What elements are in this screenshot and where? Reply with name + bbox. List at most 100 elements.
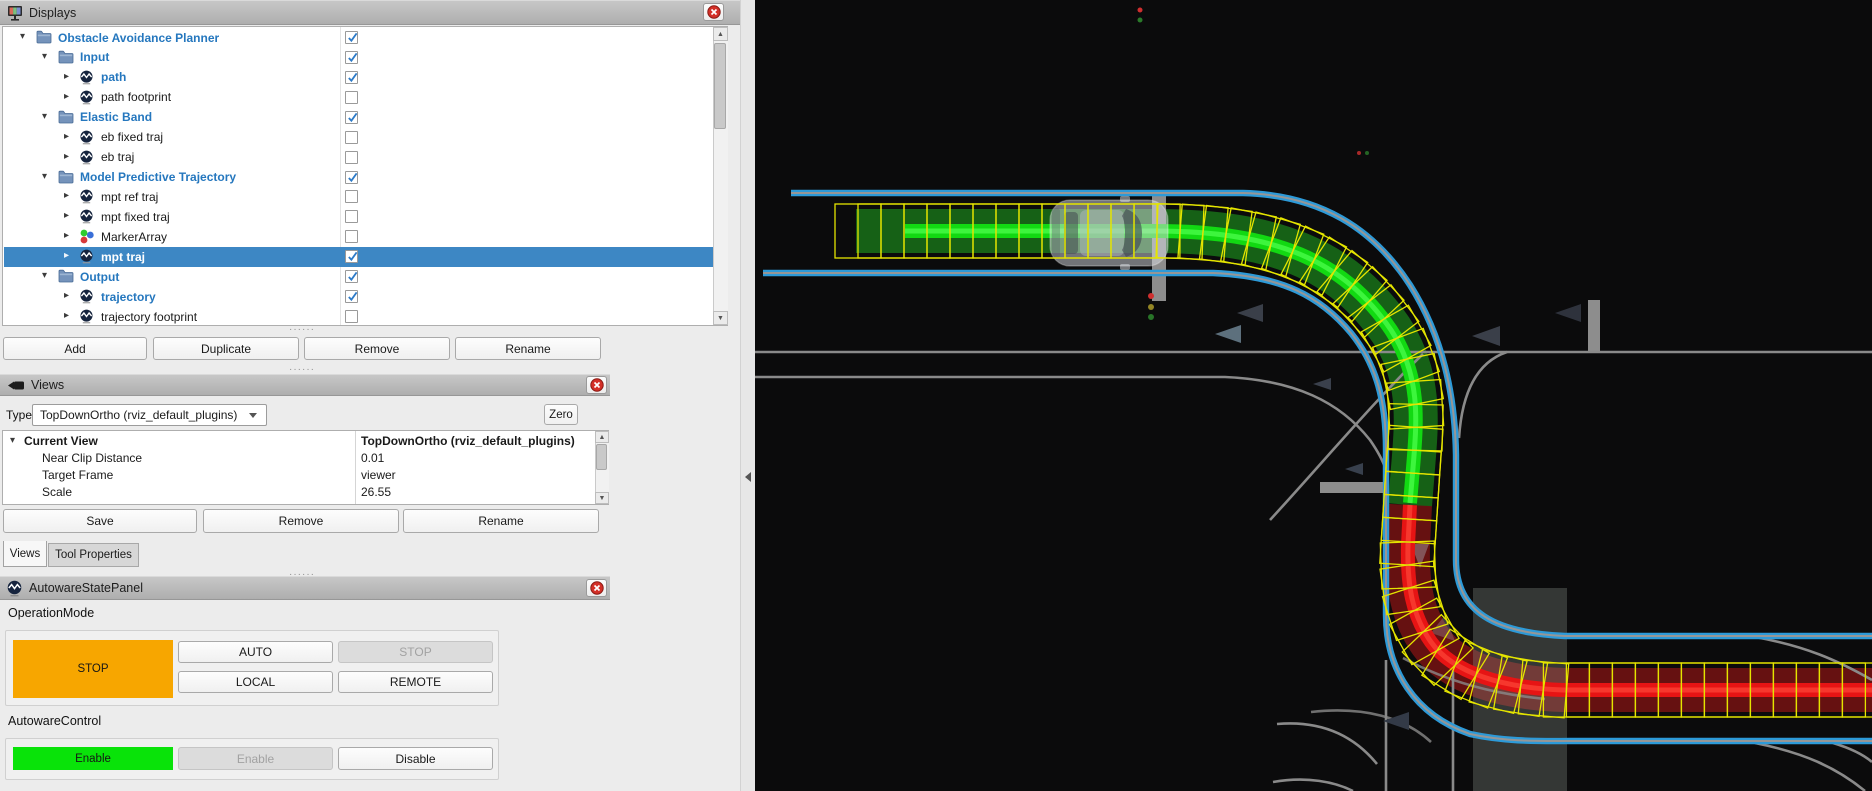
rename-view-button[interactable]: Rename xyxy=(403,509,599,533)
autoware-icon xyxy=(79,309,95,325)
state-panel-close-button[interactable] xyxy=(586,579,607,597)
autoware-icon xyxy=(79,249,95,265)
display-enable-checkbox[interactable] xyxy=(345,71,358,84)
tree-row[interactable]: ▸eb traj xyxy=(4,148,714,168)
caret-down-icon[interactable]: ▾ xyxy=(42,111,47,122)
render-view[interactable] xyxy=(755,0,1872,791)
caret-down-icon[interactable]: ▾ xyxy=(42,51,47,62)
stop-button: STOP xyxy=(338,641,493,663)
remote-button[interactable]: REMOTE xyxy=(338,671,493,693)
property-value[interactable]: 26.55 xyxy=(361,485,391,499)
tree-row[interactable]: ▾ Model Predictive Trajectory xyxy=(4,168,714,188)
display-enable-checkbox[interactable] xyxy=(345,290,358,303)
local-button[interactable]: LOCAL xyxy=(178,671,333,693)
folder-icon xyxy=(36,30,52,46)
zero-button[interactable]: Zero xyxy=(544,404,578,425)
display-enable-checkbox[interactable] xyxy=(345,310,358,323)
caret-right-icon[interactable]: ▸ xyxy=(64,91,69,102)
duplicate-button[interactable]: Duplicate xyxy=(153,337,299,360)
displays-panel-header[interactable]: Displays xyxy=(0,0,740,25)
display-enable-checkbox[interactable] xyxy=(345,31,358,44)
dock-splitter[interactable] xyxy=(740,0,755,791)
folder-icon xyxy=(58,50,74,66)
remove-view-button[interactable]: Remove xyxy=(203,509,399,533)
tree-row[interactable]: ▸MarkerArray xyxy=(4,227,714,247)
autoware-icon xyxy=(79,209,95,225)
display-enable-checkbox[interactable] xyxy=(345,171,358,184)
tree-item-label: mpt fixed traj xyxy=(101,210,170,224)
caret-right-icon[interactable]: ▸ xyxy=(64,151,69,162)
caret-right-icon[interactable]: ▸ xyxy=(64,210,69,221)
tree-row[interactable]: ▸ mpt ref traj xyxy=(4,187,714,207)
tree-row[interactable]: ▸trajectory xyxy=(4,287,714,307)
splitter-grip[interactable]: ······ xyxy=(262,324,342,335)
tab-tool-properties[interactable]: Tool Properties xyxy=(48,543,139,567)
tree-scrollbar-thumb[interactable] xyxy=(714,43,726,129)
view-type-dropdown[interactable]: TopDownOrtho (rviz_default_plugins) xyxy=(32,404,267,426)
tree-row[interactable]: ▸eb fixed traj xyxy=(4,128,714,148)
tab-views[interactable]: Views xyxy=(3,541,47,567)
scroll-down-icon[interactable]: ▼ xyxy=(713,311,728,325)
tree-item-label: mpt ref traj xyxy=(101,190,158,204)
tree-item-label: Model Predictive Trajectory xyxy=(80,170,236,184)
display-enable-checkbox[interactable] xyxy=(345,151,358,164)
scroll-up-icon[interactable]: ▲ xyxy=(595,431,609,443)
property-value[interactable]: viewer xyxy=(361,468,396,482)
caret-right-icon[interactable]: ▸ xyxy=(64,310,69,321)
caret-down-icon[interactable]: ▾ xyxy=(42,171,47,182)
rename-display-button[interactable]: Rename xyxy=(455,337,601,360)
display-enable-checkbox[interactable] xyxy=(345,210,358,223)
display-enable-checkbox[interactable] xyxy=(345,250,358,263)
tree-row[interactable]: ▸trajectory footprint xyxy=(4,307,714,327)
display-enable-checkbox[interactable] xyxy=(345,51,358,64)
property-row[interactable]: Target Frameviewer xyxy=(4,467,594,484)
caret-right-icon[interactable]: ▸ xyxy=(64,250,69,261)
display-enable-checkbox[interactable] xyxy=(345,111,358,124)
caret-down-icon[interactable]: ▾ xyxy=(20,31,25,42)
display-enable-checkbox[interactable] xyxy=(345,230,358,243)
scroll-down-icon[interactable]: ▼ xyxy=(595,492,609,504)
tree-row[interactable]: ▸ mpt fixed traj xyxy=(4,207,714,227)
add-button[interactable]: Add xyxy=(3,337,147,360)
property-row[interactable]: ▾Current ViewTopDownOrtho (rviz_default_… xyxy=(4,433,594,450)
tree-item-label: Obstacle Avoidance Planner xyxy=(58,31,219,45)
view-properties-table[interactable]: ▾Current ViewTopDownOrtho (rviz_default_… xyxy=(2,430,609,505)
caret-right-icon[interactable]: ▸ xyxy=(64,230,69,241)
table-scrollbar-thumb[interactable] xyxy=(596,444,607,470)
tree-row[interactable]: ▾Input xyxy=(4,48,714,68)
tree-row[interactable]: ▾ Obstacle Avoidance Planner xyxy=(4,28,714,48)
property-value[interactable]: TopDownOrtho (rviz_default_plugins) xyxy=(361,434,575,448)
state-panel-header[interactable]: AutowareStatePanel xyxy=(0,576,610,600)
caret-right-icon[interactable]: ▸ xyxy=(64,290,69,301)
views-panel-header[interactable]: Views xyxy=(0,374,610,396)
property-value[interactable]: 0.01 xyxy=(361,451,384,465)
save-view-button[interactable]: Save xyxy=(3,509,197,533)
tree-row[interactable]: ▾Elastic Band xyxy=(4,108,714,128)
state-panel-title: AutowareStatePanel xyxy=(29,581,143,595)
display-enable-checkbox[interactable] xyxy=(345,131,358,144)
tree-row[interactable]: ▸mpt traj xyxy=(4,247,714,267)
operation-mode-status: STOP xyxy=(13,640,173,698)
displays-close-button[interactable] xyxy=(703,3,724,21)
auto-button[interactable]: AUTO xyxy=(178,641,333,663)
views-close-button[interactable] xyxy=(586,376,607,394)
tree-row[interactable]: ▾Output xyxy=(4,267,714,287)
tree-row[interactable]: ▸path footprint xyxy=(4,88,714,108)
autoware-icon xyxy=(79,289,95,305)
display-enable-checkbox[interactable] xyxy=(345,190,358,203)
displays-tree[interactable]: ▾ Obstacle Avoidance Planner ▾Input▸path▸p… xyxy=(2,26,728,326)
property-row[interactable]: Scale26.55 xyxy=(4,484,594,501)
property-row[interactable]: Near Clip Distance0.01 xyxy=(4,450,594,467)
display-enable-checkbox[interactable] xyxy=(345,270,358,283)
caret-right-icon[interactable]: ▸ xyxy=(64,190,69,201)
caret-right-icon[interactable]: ▸ xyxy=(64,71,69,82)
panel-collapse-arrow-icon[interactable] xyxy=(745,472,751,482)
tree-row[interactable]: ▸path xyxy=(4,68,714,88)
caret-right-icon[interactable]: ▸ xyxy=(64,131,69,142)
disable-button[interactable]: Disable xyxy=(338,747,493,770)
caret-down-icon[interactable]: ▾ xyxy=(10,435,15,446)
caret-down-icon[interactable]: ▾ xyxy=(42,270,47,281)
remove-display-button[interactable]: Remove xyxy=(304,337,450,360)
display-enable-checkbox[interactable] xyxy=(345,91,358,104)
scroll-up-icon[interactable]: ▲ xyxy=(713,27,728,41)
